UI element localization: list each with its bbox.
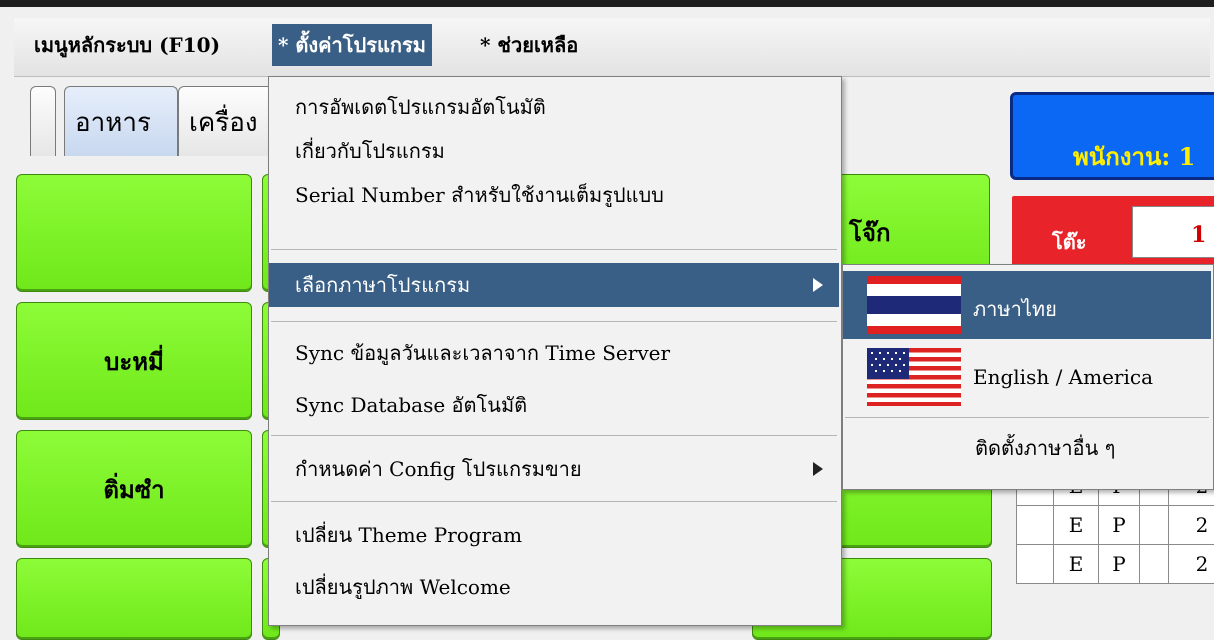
staff-panel: พนักงาน: 1 (1010, 92, 1214, 180)
category-button-dimsum[interactable]: ติ่มซำ (16, 430, 252, 548)
category-button-noodle[interactable]: บะหมี่ (16, 302, 252, 420)
us-flag-icon (867, 348, 961, 406)
jok-label: โจ๊ก (849, 213, 890, 252)
dimsum-label: ติ่มซำ (103, 470, 164, 509)
menu-item-config-label: กำหนดค่า Config โปรแกรมขาย (295, 457, 582, 481)
menu-item-config[interactable]: กำหนดค่า Config โปรแกรมขาย (269, 447, 839, 491)
tab-stub[interactable] (30, 86, 56, 156)
menu-item-language-label: เลือกภาษาโปรแกรม (295, 273, 470, 297)
table-panel: โต๊ะ 1 (1012, 196, 1214, 274)
menu-main[interactable]: เมนูหลักระบบ (F10) (28, 24, 226, 66)
menu-help[interactable]: * ช่วยเหลือ (474, 24, 584, 66)
menu-item-welcome-image[interactable]: เปลี่ยนรูปภาพ Welcome (269, 565, 839, 609)
menu-divider (271, 321, 837, 322)
language-item-install-other[interactable]: ติดตั้งภาษาอื่น ๆ (843, 423, 1211, 473)
tab-food[interactable]: อาหาร (64, 86, 178, 156)
menu-item-auto-update[interactable]: การอัพเดตโปรแกรมอัตโนมัติ (269, 85, 839, 129)
language-english-label: English / America (973, 365, 1153, 389)
grid-row[interactable]: EP2 (1017, 545, 1214, 584)
grid-cell (1017, 506, 1054, 545)
grid-cell (1140, 506, 1169, 545)
grid-cell: P (1099, 545, 1140, 584)
menu-divider (271, 435, 837, 436)
menu-item-sync-time[interactable]: Sync ข้อมูลวันและเวลาจาก Time Server (269, 331, 839, 375)
menu-item-serial-number[interactable]: Serial Number สำหรับใช้งานเต็มรูปแบบ (269, 173, 839, 217)
grid-row[interactable]: EP2 (1017, 506, 1214, 545)
grid-cell: E (1054, 506, 1099, 545)
language-item-english[interactable]: English / America (843, 343, 1211, 411)
noodle-label: บะหมี่ (104, 342, 164, 381)
language-thai-label: ภาษาไทย (973, 293, 1057, 325)
submenu-arrow-icon (813, 462, 823, 476)
grid-cell: 2 (1169, 506, 1214, 545)
category-button-4[interactable] (16, 558, 252, 640)
language-item-thai[interactable]: ภาษาไทย (843, 271, 1211, 339)
settings-dropdown: การอัพเดตโปรแกรมอัตโนมัติ เกี่ยวกับโปรแก… (268, 76, 842, 626)
staff-label: พนักงาน: 1 (1073, 142, 1195, 171)
menu-divider (271, 249, 837, 250)
language-submenu: ภาษาไทย English / Ameri (842, 264, 1214, 490)
window-top-border (0, 0, 1214, 7)
category-button-1[interactable] (16, 174, 252, 292)
submenu-arrow-icon (813, 278, 823, 292)
grid-cell: E (1054, 545, 1099, 584)
menu-item-theme[interactable]: เปลี่ยน Theme Program (269, 513, 839, 557)
menu-item-sync-database[interactable]: Sync Database อัตโนมัติ (269, 383, 839, 427)
menu-bar: เมนูหลักระบบ (F10) * ตั้งค่าโปรแกรม * ช่… (14, 18, 1210, 77)
thai-flag-icon (867, 276, 961, 334)
menu-item-about[interactable]: เกี่ยวกับโปรแกรม (269, 129, 839, 173)
grid-cell (1140, 545, 1169, 584)
submenu-divider (845, 417, 1209, 418)
grid-cell (1017, 545, 1054, 584)
menu-settings[interactable]: * ตั้งค่าโปรแกรม (272, 24, 432, 66)
menu-item-language[interactable]: เลือกภาษาโปรแกรม (269, 263, 839, 307)
grid-cell: 2 (1169, 545, 1214, 584)
grid-cell: P (1099, 506, 1140, 545)
menu-divider (271, 501, 837, 502)
table-label: โต๊ะ (1052, 226, 1086, 258)
table-number-field[interactable]: 1 (1132, 206, 1214, 258)
